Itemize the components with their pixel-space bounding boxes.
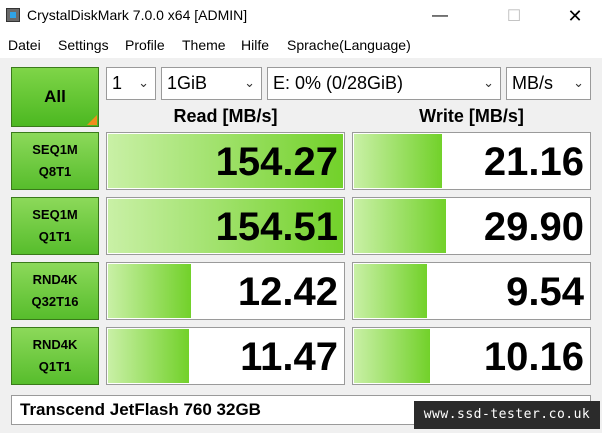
write-progress-bar [354, 329, 430, 383]
read-value: 154.51 [215, 205, 338, 249]
write-value: 29.90 [483, 205, 584, 249]
test-count-value: 1 [112, 73, 123, 93]
close-button[interactable]: ✕ [552, 0, 598, 32]
test-name: SEQ1M [32, 207, 78, 222]
test-params: Q1T1 [38, 229, 72, 244]
test-size-value: 1GiB [167, 73, 208, 93]
menu-profile[interactable]: Profile [125, 37, 165, 53]
menu-bar: Datei Settings Profile Theme Hilfe Sprac… [0, 32, 602, 58]
read-progress-bar [108, 329, 189, 383]
test-params: Q8T1 [38, 164, 72, 179]
read-value: 12.42 [237, 270, 338, 314]
menu-theme[interactable]: Theme [182, 37, 226, 53]
comment-text: Transcend JetFlash 760 32GB [20, 400, 261, 419]
read-result-cell: 12.42 [106, 262, 345, 320]
write-result-cell: 29.90 [352, 197, 591, 255]
write-progress-bar [354, 264, 428, 318]
menu-datei[interactable]: Datei [8, 37, 41, 53]
menu-language[interactable]: Sprache(Language) [287, 37, 411, 53]
test-count-select[interactable]: 1 ⌄ [106, 67, 156, 100]
write-value: 9.54 [506, 270, 584, 314]
read-value: 11.47 [240, 335, 338, 379]
menu-settings[interactable]: Settings [58, 37, 109, 53]
minimize-button[interactable]: — [417, 0, 463, 32]
read-result-cell: 11.47 [106, 327, 345, 385]
all-button-label: All [44, 87, 66, 106]
all-button[interactable]: All [11, 67, 99, 127]
chevron-down-icon: ⌄ [138, 75, 149, 90]
write-value: 21.16 [483, 140, 584, 184]
watermark: www.ssd-tester.co.uk [414, 401, 600, 429]
test-params: Q1T1 [38, 359, 72, 374]
test-button-rnd4k-q32t16[interactable]: RND4K Q32T16 [11, 262, 99, 320]
write-result-cell: 10.16 [352, 327, 591, 385]
test-params: Q32T16 [31, 294, 79, 309]
write-progress-bar [354, 134, 442, 188]
menu-hilfe[interactable]: Hilfe [241, 37, 269, 53]
test-name: SEQ1M [32, 142, 78, 157]
unit-select[interactable]: MB/s ⌄ [506, 67, 591, 100]
test-button-seq1m-q1t1[interactable]: SEQ1M Q1T1 [11, 197, 99, 255]
chevron-down-icon: ⌄ [573, 75, 584, 90]
test-name: RND4K [32, 337, 78, 352]
write-result-cell: 9.54 [352, 262, 591, 320]
read-result-cell: 154.51 [106, 197, 345, 255]
drive-select[interactable]: E: 0% (0/28GiB) ⌄ [267, 67, 501, 100]
test-button-seq1m-q8t1[interactable]: SEQ1M Q8T1 [11, 132, 99, 190]
read-result-cell: 154.27 [106, 132, 345, 190]
write-value: 10.16 [483, 335, 584, 379]
write-progress-bar [354, 199, 447, 253]
chevron-down-icon: ⌄ [244, 75, 255, 90]
read-header: Read [MB/s] [173, 106, 278, 126]
write-header: Write [MB/s] [419, 106, 524, 126]
test-button-rnd4k-q1t1[interactable]: RND4K Q1T1 [11, 327, 99, 385]
maximize-button[interactable]: ☐ [491, 0, 537, 32]
unit-value: MB/s [512, 73, 554, 93]
test-size-select[interactable]: 1GiB ⌄ [161, 67, 262, 100]
read-progress-bar [108, 264, 191, 318]
read-value: 154.27 [215, 140, 338, 184]
drive-value: E: 0% (0/28GiB) [273, 73, 404, 93]
test-name: RND4K [32, 272, 78, 287]
write-result-cell: 21.16 [352, 132, 591, 190]
chevron-down-icon: ⌄ [483, 75, 494, 90]
app-icon [6, 8, 20, 22]
title-bar: CrystalDiskMark 7.0.0 x64 [ADMIN] — ☐ ✕ [0, 0, 602, 32]
window-title: CrystalDiskMark 7.0.0 x64 [ADMIN] [27, 7, 248, 23]
